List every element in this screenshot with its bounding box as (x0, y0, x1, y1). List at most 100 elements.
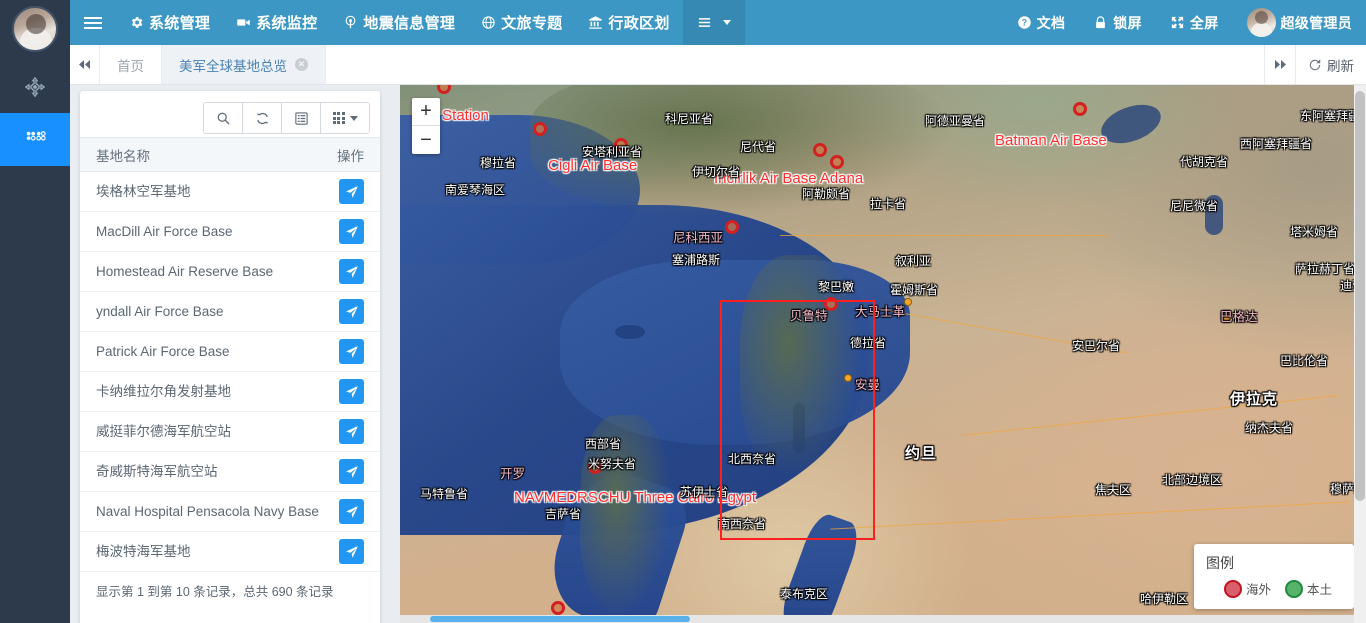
close-icon[interactable]: ✕ (295, 58, 308, 71)
map-place-label: 阿勒颇省 (802, 187, 851, 201)
left-rail (0, 0, 70, 623)
send-paper-plane-icon[interactable] (339, 299, 364, 324)
nav-label: 系统监控 (256, 15, 318, 32)
refresh-tab-button[interactable]: 刷新 (1295, 45, 1366, 84)
legend-entries: 海外 本土 (1206, 579, 1342, 598)
lake-small-1 (615, 325, 645, 339)
legend-dot-green-icon (1285, 579, 1304, 598)
row-action[interactable] (339, 219, 364, 244)
list-menu-icon (698, 18, 710, 27)
tab-scroll-left-button[interactable] (70, 45, 100, 84)
zoom-in-button[interactable]: + (412, 98, 440, 126)
nav-item-earthquake-info[interactable]: 地震信息管理 (330, 0, 468, 45)
base-name: Naval Hospital Pensacola Navy Base (96, 503, 319, 519)
table-row[interactable]: Patrick Air Force Base (80, 332, 380, 372)
send-paper-plane-icon[interactable] (339, 499, 364, 524)
base-marker[interactable] (551, 601, 565, 615)
send-paper-plane-icon[interactable] (339, 339, 364, 364)
row-action[interactable] (339, 419, 364, 444)
page-horizontal-scrollbar[interactable] (400, 615, 1366, 623)
base-marker[interactable] (437, 85, 451, 94)
table-row[interactable]: yndall Air Force Base (80, 292, 380, 332)
nav-item-lock-screen[interactable]: 锁屏 (1079, 0, 1156, 45)
tab-scroll-right-button[interactable] (1265, 45, 1295, 84)
send-paper-plane-icon[interactable] (339, 459, 364, 484)
table-row[interactable]: 埃格林空军基地 (80, 172, 380, 212)
map-place-label: 塞浦路斯 (672, 253, 721, 267)
row-action[interactable] (339, 259, 364, 284)
column-header-base-name[interactable]: 基地名称 (96, 145, 337, 165)
row-action[interactable] (339, 179, 364, 204)
map-country-label: 约旦 (905, 445, 938, 462)
zoom-out-button[interactable]: − (412, 126, 440, 154)
send-paper-plane-icon[interactable] (339, 219, 364, 244)
bank-icon (589, 16, 603, 29)
send-paper-plane-icon[interactable] (339, 259, 364, 284)
refresh-list-button[interactable] (243, 103, 282, 133)
map-place-label: 哈伊勒区 (1140, 592, 1189, 606)
rail-item-list (0, 60, 70, 166)
scrollbar-thumb[interactable] (1355, 91, 1365, 501)
nav-item-docs[interactable]: ? 文档 (1003, 0, 1080, 45)
search-icon (217, 112, 230, 125)
map-vertical-scrollbar[interactable] (1354, 85, 1366, 623)
legend-entry-overseas: 海外 (1224, 579, 1271, 598)
table-row[interactable]: Homestead Air Reserve Base (80, 252, 380, 292)
rail-avatar[interactable] (12, 6, 58, 52)
gear-icon (131, 17, 143, 28)
row-action[interactable] (339, 379, 364, 404)
base-list-rows: 埃格林空军基地 MacDill Air Force Base Homestead… (80, 172, 380, 572)
nav-item-culture-tourism[interactable]: 文旅专题 (468, 0, 575, 45)
nav-item-system-monitor[interactable]: 系统监控 (223, 0, 330, 45)
nav-item-fullscreen[interactable]: 全屏 (1156, 0, 1233, 45)
row-action[interactable] (339, 539, 364, 564)
base-marker[interactable] (533, 122, 547, 136)
row-action[interactable] (339, 499, 364, 524)
rail-item-apps[interactable] (0, 113, 70, 166)
map-place-label: 黎巴嫩 (818, 280, 855, 294)
send-paper-plane-icon[interactable] (339, 539, 364, 564)
map-place-label: 马特鲁省 (420, 487, 469, 501)
map-selection-rectangle[interactable] (720, 300, 875, 540)
sidebar-toggle-button[interactable] (70, 0, 116, 45)
map-place-label: 霍姆斯省 (890, 283, 939, 297)
base-marker[interactable] (813, 143, 827, 157)
nav-item-administrative-divisions[interactable]: 行政区划 (575, 0, 682, 45)
base-list-panel: 基地名称 操作 埃格林空军基地 MacDill Air Force Base H… (80, 91, 380, 623)
nav-right-group: ? 文档 锁屏 全屏 超级管理员 (1003, 0, 1366, 45)
nav-item-user-menu[interactable]: 超级管理员 (1233, 0, 1366, 45)
base-marker[interactable] (725, 220, 739, 234)
legend-title: 图例 (1206, 555, 1234, 571)
send-paper-plane-icon[interactable] (339, 179, 364, 204)
map-border (780, 235, 1110, 236)
nav-more-menu-button[interactable] (682, 0, 745, 45)
toggle-detail-view-button[interactable] (282, 103, 321, 133)
columns-selector-button[interactable] (321, 103, 369, 133)
scrollbar-thumb[interactable] (430, 616, 690, 622)
map-place-label: 拉卡省 (870, 197, 907, 211)
row-action[interactable] (339, 459, 364, 484)
search-button[interactable] (204, 103, 243, 133)
table-row[interactable]: Naval Hospital Pensacola Navy Base (80, 492, 380, 532)
svg-text:?: ? (1021, 18, 1027, 28)
tab-home[interactable]: 首页 (100, 45, 162, 84)
app-root: 系统管理 系统监控 地震信息管理 文旅专题 行政区划 ? 文档 锁屏 全屏 超级… (0, 0, 1366, 623)
tab-us-global-bases-overview[interactable]: 美军全球基地总览 ✕ (162, 45, 326, 84)
table-row[interactable]: MacDill Air Force Base (80, 212, 380, 252)
send-paper-plane-icon[interactable] (339, 379, 364, 404)
table-row[interactable]: 卡纳维拉尔角发射基地 (80, 372, 380, 412)
row-action[interactable] (339, 339, 364, 364)
base-marker[interactable] (1073, 102, 1087, 116)
nav-label: 锁屏 (1113, 14, 1142, 31)
table-row[interactable]: 威挺菲尔德海军航空站 (80, 412, 380, 452)
nav-item-system-management[interactable]: 系统管理 (116, 0, 223, 45)
table-row[interactable]: 奇威斯特海军航空站 (80, 452, 380, 492)
map-place-label: 尼代省 (740, 140, 777, 154)
row-action[interactable] (339, 299, 364, 324)
send-paper-plane-icon[interactable] (339, 419, 364, 444)
table-row[interactable]: 梅波特海军基地 (80, 532, 380, 572)
nav-label: 行政区划 (608, 15, 670, 32)
rail-item-target[interactable] (0, 60, 70, 113)
base-marker[interactable] (830, 155, 844, 169)
satellite-map[interactable]: + − …r Station Cigli Air Base Incirlik A… (400, 85, 1366, 623)
